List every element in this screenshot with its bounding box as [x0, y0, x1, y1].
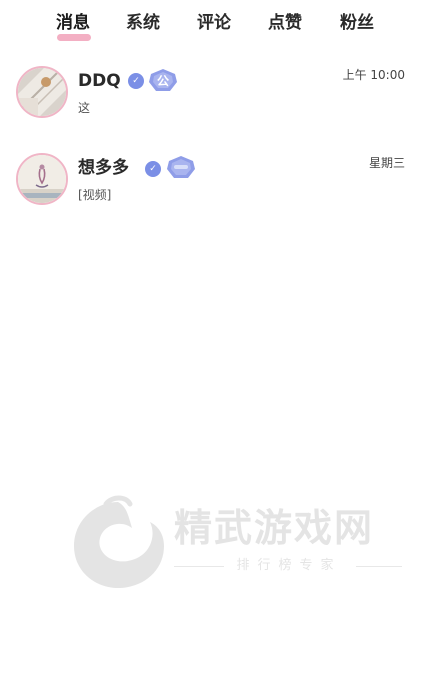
level-badge: 公	[148, 68, 178, 94]
message-item[interactable]: 想多多 ✓ [视频] 星期三	[0, 150, 433, 220]
avatar-photo-icon	[18, 68, 66, 116]
tab-label: 粉丝	[340, 13, 374, 33]
verified-icon: ✓	[145, 161, 161, 177]
message-time: 上午 10:00	[342, 68, 405, 82]
tab-system[interactable]: 系统	[126, 10, 160, 36]
tab-label: 系统	[126, 13, 160, 33]
avatar-photo-icon	[18, 155, 66, 203]
verified-icon: ✓	[128, 73, 144, 89]
tab-messages[interactable]: 消息	[56, 10, 90, 36]
tab-likes[interactable]: 点赞	[268, 10, 302, 36]
avatar[interactable]	[16, 66, 68, 118]
message-preview: [视频]	[78, 188, 112, 202]
message-center-page: 消息 系统 评论 点赞 粉丝 DDQ ✓ 公 这 上午 10:00 想多多 ✓ …	[0, 0, 433, 680]
contact-name: DDQ	[78, 71, 121, 91]
level-badge-text: 公	[156, 74, 169, 88]
watermark: 精武游戏网 排行榜专家	[66, 494, 406, 594]
avatar[interactable]	[16, 153, 68, 205]
watermark-title: 精武游戏网	[174, 506, 375, 550]
contact-name: 想多多	[78, 158, 129, 178]
watermark-logo-icon	[74, 495, 164, 588]
message-item[interactable]: DDQ ✓ 公 这 上午 10:00	[0, 62, 433, 132]
message-preview: 这	[78, 101, 91, 115]
tab-bar: 消息 系统 评论 点赞 粉丝	[0, 10, 433, 44]
tab-label: 消息	[56, 13, 90, 33]
message-time: 星期三	[368, 156, 405, 170]
level-badge	[166, 155, 196, 181]
tab-label: 点赞	[268, 13, 302, 33]
tab-label: 评论	[197, 13, 231, 33]
tab-comments[interactable]: 评论	[197, 10, 231, 36]
badge-shield-icon	[167, 156, 195, 178]
tab-fans[interactable]: 粉丝	[340, 10, 374, 36]
watermark-divider	[356, 566, 402, 567]
